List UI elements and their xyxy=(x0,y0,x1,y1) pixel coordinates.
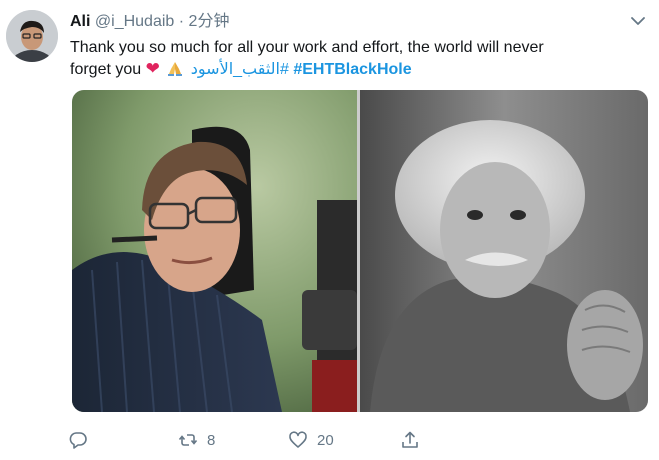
retweet-icon xyxy=(178,434,198,446)
reply-icon xyxy=(69,432,87,449)
heart-emoji-icon: ❤ xyxy=(145,59,160,78)
tweet-header: Ali @i_Hudaib · 2分钟 xyxy=(70,12,629,32)
tweet-text-line-2: forget you ❤ #الثقب_الأسود #EHTBlackHole xyxy=(70,58,645,80)
reply-button[interactable] xyxy=(68,428,97,452)
avatar-image xyxy=(6,10,58,62)
chevron-down-icon[interactable] xyxy=(629,12,647,30)
hashtag-arabic[interactable]: #الثقب_الأسود xyxy=(191,61,289,78)
folded-hands-emoji-icon xyxy=(168,62,183,76)
retweet-button[interactable]: 8 xyxy=(178,428,215,452)
tweet-text-line-2-prefix: forget you xyxy=(70,61,142,78)
like-icon xyxy=(289,431,307,448)
share-icon xyxy=(402,431,418,448)
avatar[interactable] xyxy=(6,10,58,62)
meta-separator: · xyxy=(178,13,185,30)
tweet-text: Thank you so much for all your work and … xyxy=(70,37,645,80)
share-button[interactable] xyxy=(400,428,420,452)
like-button[interactable]: 20 xyxy=(288,428,334,452)
tweet-actions: 8 20 xyxy=(68,428,488,452)
retweet-count: 8 xyxy=(207,431,216,449)
photo-right[interactable] xyxy=(360,90,648,412)
author-name[interactable]: Ali xyxy=(70,13,90,30)
tweet-timestamp[interactable]: 2分钟 xyxy=(189,13,230,30)
photo-left[interactable] xyxy=(72,90,357,412)
hashtag-ehtblackhole[interactable]: #EHTBlackHole xyxy=(293,61,411,78)
author-handle[interactable]: @i_Hudaib xyxy=(95,13,174,30)
like-count: 20 xyxy=(317,431,334,449)
tweet-text-line-1: Thank you so much for all your work and … xyxy=(70,39,544,56)
tweet-media[interactable] xyxy=(72,90,648,412)
